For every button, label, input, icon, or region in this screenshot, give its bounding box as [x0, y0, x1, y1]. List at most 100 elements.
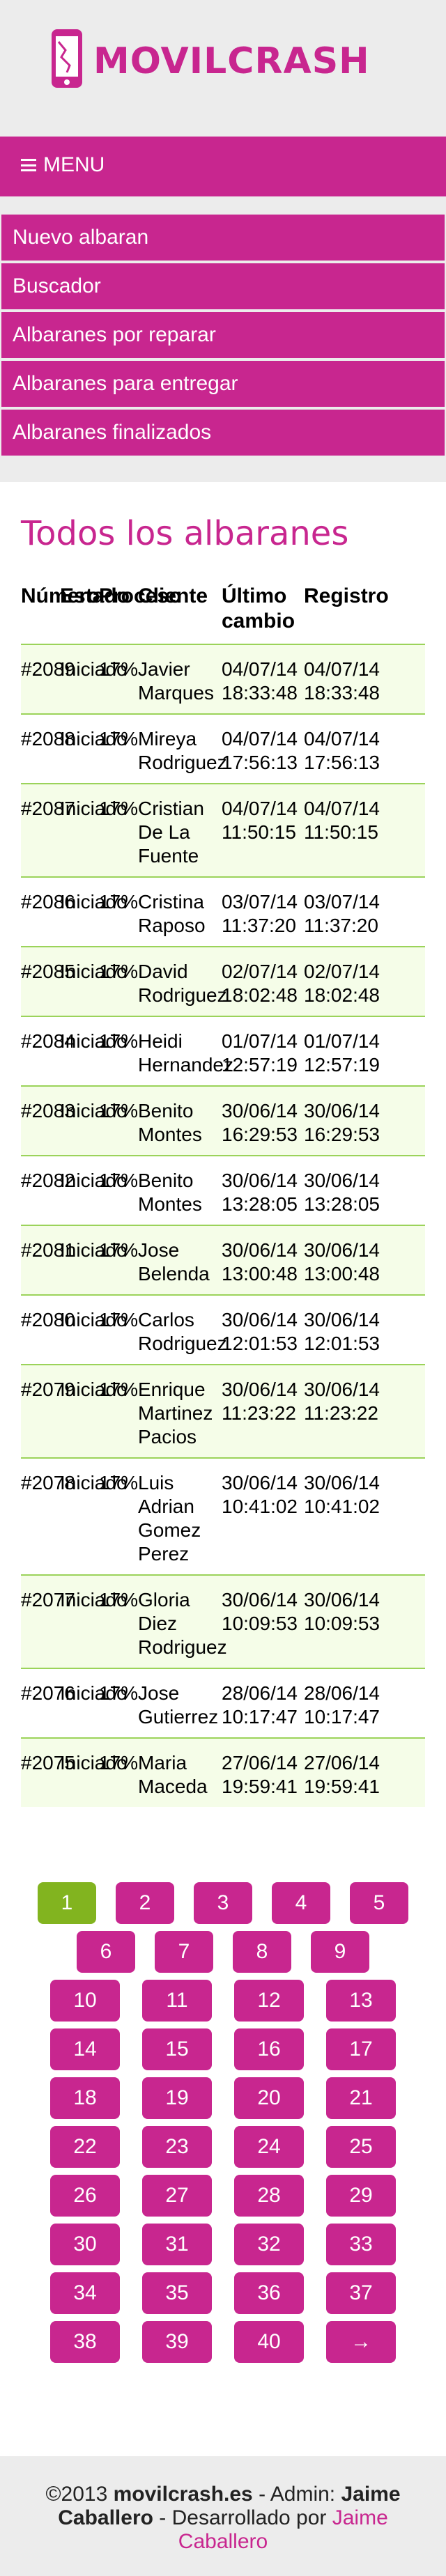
col-estado[interactable]: Estado — [60, 584, 130, 644]
next-page-button[interactable]: → — [326, 2321, 396, 2363]
page-9-button[interactable]: 9 — [311, 1931, 369, 1973]
page-3-button[interactable]: 3 — [194, 1882, 252, 1924]
page-29-button[interactable]: 29 — [326, 2175, 396, 2217]
table-row[interactable]: #2088 Iniciado 17% Mireya Rodriguez 04/07/14… — [21, 713, 425, 784]
col-ultimo-cambio[interactable]: Último cambio — [222, 584, 304, 644]
col-numero[interactable]: Número — [21, 584, 100, 644]
col-proceso[interactable]: Proceso — [99, 584, 181, 644]
table-row[interactable]: #2077 Iniciado 17% Gloria Diez Rodriguez 30/… — [21, 1574, 425, 1668]
table-row[interactable]: #2079 Iniciado 17% Enrique Martinez Pacios 3… — [21, 1364, 425, 1458]
nav-item-por-reparar[interactable]: Albaranes por reparar — [1, 312, 445, 358]
cell-estado: Iniciado — [60, 876, 128, 947]
table-row[interactable]: #2081 Iniciado 17% Jose Belenda 30/06/14 13:… — [21, 1225, 425, 1295]
cell-registro: 01/07/14 12:57:19 — [304, 1016, 425, 1086]
pagination-row: 14 15 16 17 — [0, 2028, 446, 2070]
cell-estado: Iniciado — [60, 1225, 128, 1295]
page-25-button[interactable]: 25 — [326, 2126, 396, 2168]
cell-estado: Iniciado — [60, 1737, 128, 1807]
cell-registro: 04/07/14 18:33:48 — [304, 644, 425, 714]
page-16-button[interactable]: 16 — [234, 2028, 304, 2070]
page-28-button[interactable]: 28 — [234, 2175, 304, 2217]
cell-cliente: Enrique Martinez Pacios — [138, 1364, 222, 1458]
cell-numero: #2076 — [21, 1668, 75, 1738]
header: MOVILCRASH — [0, 0, 446, 137]
page-20-button[interactable]: 20 — [234, 2077, 304, 2119]
page-13-button[interactable]: 13 — [326, 1980, 396, 2022]
logo[interactable]: MOVILCRASH — [49, 26, 370, 96]
page-19-button[interactable]: 19 — [142, 2077, 212, 2119]
cell-estado: Iniciado — [60, 644, 128, 714]
cell-ultimo-cambio: 04/07/14 11:50:15 — [222, 783, 304, 877]
page-27-button[interactable]: 27 — [142, 2175, 212, 2217]
page-34-button[interactable]: 34 — [50, 2272, 120, 2314]
table-row[interactable]: #2086 Iniciado 17% Cristina Raposo 03/07/14 … — [21, 876, 425, 947]
cell-proceso: 17% — [99, 1737, 138, 1807]
cell-cliente: Maria Maceda — [138, 1737, 222, 1807]
page-2-button[interactable]: 2 — [116, 1882, 174, 1924]
page-10-button[interactable]: 10 — [50, 1980, 120, 2022]
nav-item-finalizados[interactable]: Albaranes finalizados — [1, 410, 445, 456]
col-registro[interactable]: Registro — [304, 584, 425, 644]
menu-label: MENU — [43, 153, 105, 176]
page-18-button[interactable]: 18 — [50, 2077, 120, 2119]
page-14-button[interactable]: 14 — [50, 2028, 120, 2070]
page-4-button[interactable]: 4 — [272, 1882, 330, 1924]
cell-numero: #2087 — [21, 783, 75, 877]
table-row[interactable]: #2082 Iniciado 17% Benito Montes 30/06/14 13… — [21, 1155, 425, 1225]
page-26-button[interactable]: 26 — [50, 2175, 120, 2217]
page-38-button[interactable]: 38 — [50, 2321, 120, 2363]
nav-item-para-entregar[interactable]: Albaranes para entregar — [1, 361, 445, 407]
cell-ultimo-cambio: 30/06/14 10:09:53 — [222, 1574, 304, 1668]
page-32-button[interactable]: 32 — [234, 2224, 304, 2265]
cell-registro: 04/07/14 11:50:15 — [304, 783, 425, 877]
table-row[interactable]: #2083 Iniciado 17% Benito Montes 30/06/14 16… — [21, 1085, 425, 1156]
page-33-button[interactable]: 33 — [326, 2224, 396, 2265]
table-row[interactable]: #2080 Iniciado 17% Carlos Rodriguez 30/06/14… — [21, 1294, 425, 1365]
page-7-button[interactable]: 7 — [155, 1931, 213, 1973]
nav-item-nuevo-albaran[interactable]: Nuevo albaran — [1, 215, 445, 261]
page-21-button[interactable]: 21 — [326, 2077, 396, 2119]
page-23-button[interactable]: 23 — [142, 2126, 212, 2168]
table-row[interactable]: #2085 Iniciado 17% David Rodriguez 02/07/14 … — [21, 946, 425, 1016]
page-37-button[interactable]: 37 — [326, 2272, 396, 2314]
table-row[interactable]: #2089 Iniciado 17% Javier Marques 04/07/14 1… — [21, 644, 425, 714]
cell-numero: #2081 — [21, 1225, 75, 1295]
cell-estado: Iniciado — [60, 783, 128, 877]
cell-proceso: 17% — [99, 1016, 138, 1086]
page-15-button[interactable]: 15 — [142, 2028, 212, 2070]
page-40-button[interactable]: 40 — [234, 2321, 304, 2363]
cell-numero: #2078 — [21, 1457, 75, 1575]
cell-numero: #2080 — [21, 1294, 75, 1365]
page-8-button[interactable]: 8 — [233, 1931, 291, 1973]
cell-estado: Iniciado — [60, 1294, 128, 1365]
table-row[interactable]: #2084 Iniciado 17% Heidi Hernandez 01/07/14 … — [21, 1016, 425, 1086]
footer-copyright: ©2013 — [45, 2483, 114, 2506]
hamburger-icon — [21, 159, 36, 171]
table-row[interactable]: #2075 Iniciado 17% Maria Maceda 27/06/14 19:… — [21, 1737, 425, 1807]
col-cliente[interactable]: Cliente — [138, 584, 222, 644]
page-30-button[interactable]: 30 — [50, 2224, 120, 2265]
page-1-button[interactable]: 1 — [38, 1882, 96, 1924]
page-17-button[interactable]: 17 — [326, 2028, 396, 2070]
cell-proceso: 17% — [99, 644, 138, 714]
menu-toggle-button[interactable]: MENU — [21, 153, 105, 177]
table-row[interactable]: #2076 Iniciado 17% Jose Gutierrez 28/06/14 1… — [21, 1668, 425, 1738]
pagination: 1 2 3 4 5 6 7 8 9 10 11 12 13 14 15 16 17 18 19 20 21 22 23 24 2… — [0, 1882, 446, 2370]
page-22-button[interactable]: 22 — [50, 2126, 120, 2168]
page-11-button[interactable]: 11 — [142, 1980, 212, 2022]
page-35-button[interactable]: 35 — [142, 2272, 212, 2314]
page-6-button[interactable]: 6 — [77, 1931, 135, 1973]
cell-ultimo-cambio: 01/07/14 12:57:19 — [222, 1016, 304, 1086]
table-row[interactable]: #2078 Iniciado 17% Luis Adrian Gomez Perez 3… — [21, 1457, 425, 1575]
page-5-button[interactable]: 5 — [350, 1882, 408, 1924]
cell-registro: 03/07/14 11:37:20 — [304, 876, 425, 947]
page-24-button[interactable]: 24 — [234, 2126, 304, 2168]
cell-cliente: Benito Montes — [138, 1155, 222, 1225]
page-31-button[interactable]: 31 — [142, 2224, 212, 2265]
page-39-button[interactable]: 39 — [142, 2321, 212, 2363]
page-36-button[interactable]: 36 — [234, 2272, 304, 2314]
nav-item-buscador[interactable]: Buscador — [1, 263, 445, 309]
page-12-button[interactable]: 12 — [234, 1980, 304, 2022]
brand-name: MOVILCRASH — [93, 40, 370, 82]
table-row[interactable]: #2087 Iniciado 17% Cristian De La Fuente 04/… — [21, 783, 425, 877]
